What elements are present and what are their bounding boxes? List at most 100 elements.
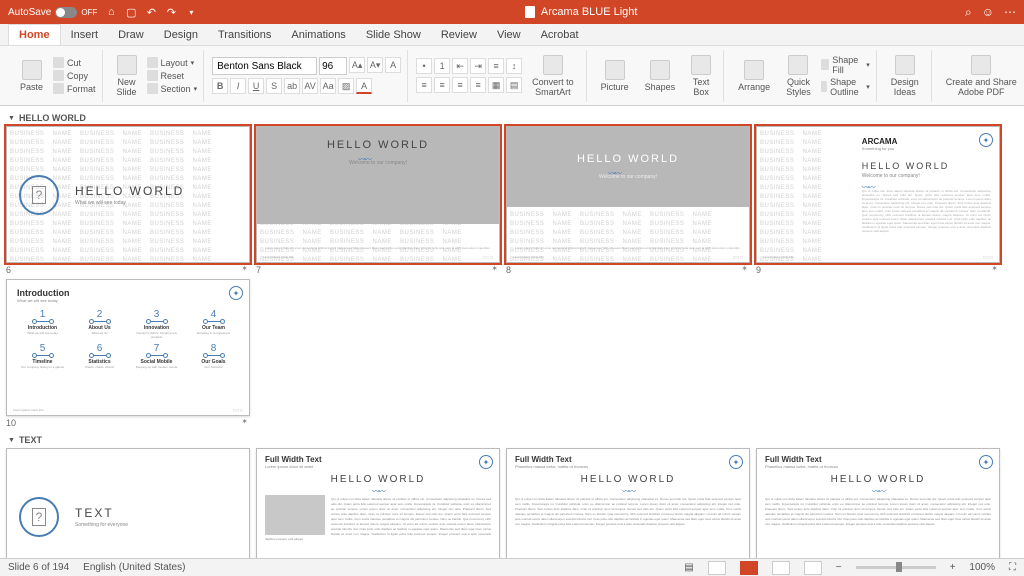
clear-format-button[interactable]: A xyxy=(385,57,401,73)
home-icon[interactable]: ⌂ xyxy=(105,6,117,18)
line-spacing-button[interactable]: ≡ xyxy=(488,58,504,74)
bullets-button[interactable]: • xyxy=(416,58,432,74)
section-hello-world[interactable]: HELLO WORLD xyxy=(6,110,1018,126)
cut-button[interactable]: Cut xyxy=(53,57,96,68)
slide-11[interactable]: TEXT Something for everyone 11 ✶ xyxy=(6,448,250,558)
tab-draw[interactable]: Draw xyxy=(108,25,154,45)
language[interactable]: English (United States) xyxy=(83,562,185,573)
font-size-select[interactable] xyxy=(319,57,347,75)
view-slideshow-button[interactable] xyxy=(804,561,822,575)
autosave-toggle[interactable]: AutoSave OFF xyxy=(8,7,97,18)
zoom-out-button[interactable]: − xyxy=(836,562,842,573)
slide-9[interactable]: ✦ BUSINESS NAME BUSINESS NAME BUSINESS N… xyxy=(756,126,1000,275)
copy-button[interactable]: Copy xyxy=(53,70,96,81)
slide-row-1: BUSINESS NAME BUSINESS NAME BUSINESS NAM… xyxy=(6,126,1018,275)
slide-13[interactable]: ✦ Full Width Text Phasellus massa tortor… xyxy=(506,448,750,558)
picture-button[interactable]: Picture xyxy=(595,58,635,94)
indent-dec-button[interactable]: ⇤ xyxy=(452,58,468,74)
slide-number: 6 xyxy=(6,265,250,275)
zoom-slider[interactable] xyxy=(856,566,936,569)
grow-font-button[interactable]: A▴ xyxy=(349,57,365,73)
tab-design[interactable]: Design xyxy=(154,25,208,45)
highlight-button[interactable]: ▨ xyxy=(338,78,354,94)
shadow-button[interactable]: ab xyxy=(284,78,300,94)
tab-acrobat[interactable]: Acrobat xyxy=(531,25,589,45)
view-sorter-button[interactable] xyxy=(740,561,758,575)
layout-button[interactable]: Layout▾ xyxy=(147,57,198,68)
font-name-select[interactable] xyxy=(212,57,317,75)
arrange-group: Arrange Quick Styles Shape Fill▾ Shape O… xyxy=(726,50,877,102)
tab-animations[interactable]: Animations xyxy=(281,25,355,45)
tab-review[interactable]: Review xyxy=(431,25,487,45)
tab-slideshow[interactable]: Slide Show xyxy=(356,25,431,45)
redo-icon[interactable]: ↷ xyxy=(165,6,177,18)
tab-view[interactable]: View xyxy=(487,25,531,45)
undo-icon[interactable]: ↶ xyxy=(145,6,157,18)
slide-7[interactable]: BUSINESS NAME BUSINESS NAME BUSINESS NAM… xyxy=(256,126,500,275)
account-icon[interactable]: ☺ xyxy=(982,5,994,20)
shapes-button[interactable]: Shapes xyxy=(639,58,682,94)
columns-button[interactable]: ▦ xyxy=(488,77,504,93)
align-right-button[interactable]: ≡ xyxy=(452,77,468,93)
view-normal-button[interactable] xyxy=(708,561,726,575)
tab-home[interactable]: Home xyxy=(8,24,61,45)
numbering-button[interactable]: 1 xyxy=(434,58,450,74)
notes-button[interactable]: ▤ xyxy=(684,562,693,573)
case-button[interactable]: Aa xyxy=(320,78,336,94)
indent-inc-button[interactable]: ⇥ xyxy=(470,58,486,74)
font-color-button[interactable]: A xyxy=(356,78,372,94)
strike-button[interactable]: S xyxy=(266,78,282,94)
fit-to-window-button[interactable]: ⛶ xyxy=(1009,562,1016,573)
slide-position[interactable]: Slide 6 of 194 xyxy=(8,562,69,573)
image-placeholder xyxy=(265,495,325,535)
slide-12[interactable]: ✦ Full Width Text Lorem ipsum dolor sit … xyxy=(256,448,500,558)
slide-row-2: ✦ Introduction What we will see today 1I… xyxy=(6,279,1018,428)
zoom-level[interactable]: 100% xyxy=(969,562,995,573)
spacing-button[interactable]: AV xyxy=(302,78,318,94)
new-slide-button[interactable]: New Slide xyxy=(111,53,143,99)
options-icon[interactable]: ⋯ xyxy=(1004,5,1016,20)
zoom-in-button[interactable]: + xyxy=(950,562,956,573)
tab-insert[interactable]: Insert xyxy=(61,25,109,45)
designer-badge-icon: ✦ xyxy=(979,133,993,147)
align-center-button[interactable]: ≡ xyxy=(434,77,450,93)
slide-10[interactable]: ✦ Introduction What we will see today 1I… xyxy=(6,279,250,428)
convert-smartart-button[interactable]: Convert to SmartArt xyxy=(526,53,580,99)
section-button[interactable]: Section▾ xyxy=(147,83,198,94)
textbox-button[interactable]: Text Box xyxy=(685,53,717,99)
design-ideas-button[interactable]: Design Ideas xyxy=(885,53,925,99)
paste-icon xyxy=(22,60,42,80)
shape-outline-button[interactable]: Shape Outline▾ xyxy=(821,77,870,97)
slide-8[interactable]: ✦ BUSINESS NAME BUSINESS NAME BUSINESS N… xyxy=(506,126,750,275)
slide-14[interactable]: ✦ Full Width Text Phasellus massa tortor… xyxy=(756,448,1000,558)
reset-button[interactable]: Reset xyxy=(147,70,198,81)
view-reading-button[interactable] xyxy=(772,561,790,575)
search-icon[interactable]: ⌕ xyxy=(965,5,972,20)
justify-button[interactable]: ≡ xyxy=(470,77,486,93)
save-icon[interactable]: ▢ xyxy=(125,6,137,18)
text-direction-button[interactable]: ↕ xyxy=(506,58,522,74)
slide-sorter[interactable]: HELLO WORLD BUSINESS NAME BUSINESS NAME … xyxy=(0,106,1024,558)
adobe-pdf-button[interactable]: Create and Share Adobe PDF xyxy=(940,53,1023,99)
align-left-button[interactable]: ≡ xyxy=(416,77,432,93)
format-painter-button[interactable]: Format xyxy=(53,83,96,94)
arrange-button[interactable]: Arrange xyxy=(732,58,776,94)
underline-button[interactable]: U xyxy=(248,78,264,94)
quick-styles-button[interactable]: Quick Styles xyxy=(780,53,817,99)
smartart-icon xyxy=(543,55,563,75)
shrink-font-button[interactable]: A▾ xyxy=(367,57,383,73)
toggle-off-icon[interactable] xyxy=(55,7,77,18)
slide-6[interactable]: BUSINESS NAME BUSINESS NAME BUSINESS NAM… xyxy=(6,126,250,275)
slide-number: 10 xyxy=(6,418,250,428)
paste-button[interactable]: Paste xyxy=(14,58,49,94)
shape-outline-icon xyxy=(821,81,827,92)
italic-button[interactable]: I xyxy=(230,78,246,94)
shape-fill-button[interactable]: Shape Fill▾ xyxy=(821,55,870,75)
tab-transitions[interactable]: Transitions xyxy=(208,25,281,45)
section-text[interactable]: TEXT xyxy=(6,432,1018,448)
align-text-button[interactable]: ▤ xyxy=(506,77,522,93)
bold-button[interactable]: B xyxy=(212,78,228,94)
slide-number: 8 xyxy=(506,265,750,275)
shapes-icon xyxy=(650,60,670,80)
qat-dropdown-icon[interactable]: ▾ xyxy=(185,6,197,18)
